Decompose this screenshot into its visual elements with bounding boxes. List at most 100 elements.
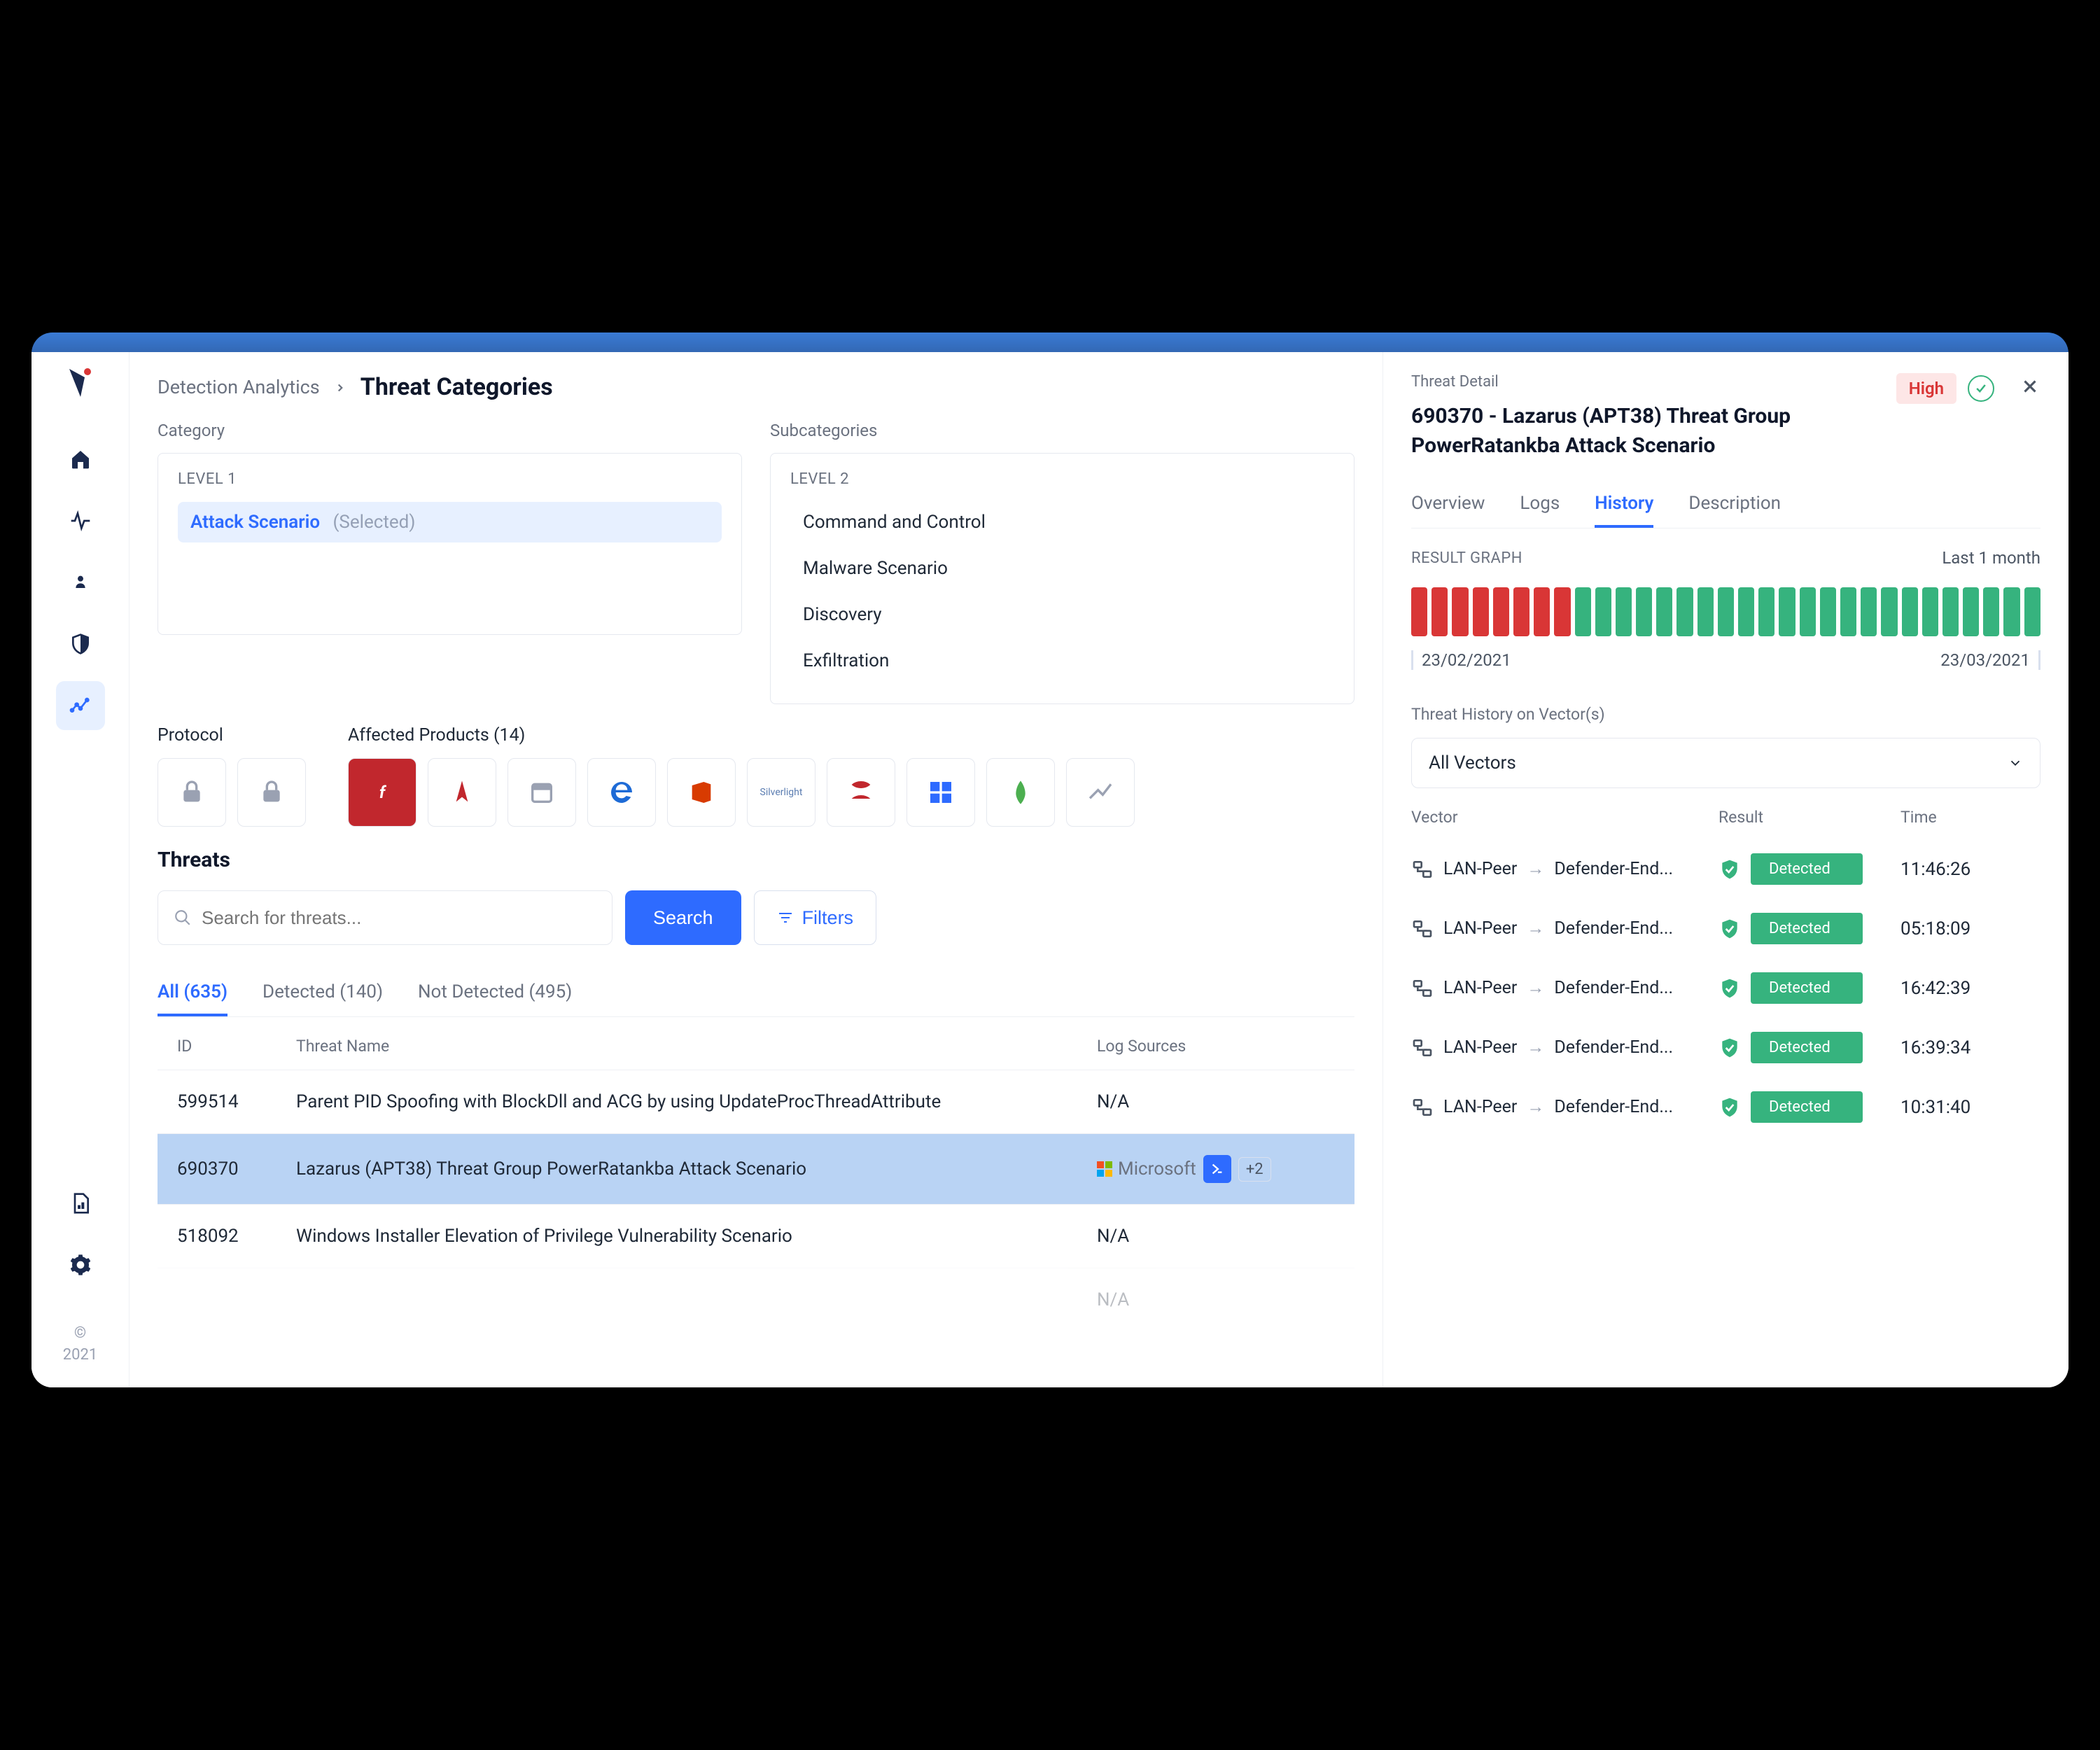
level-label: LEVEL 1	[178, 470, 722, 488]
subcategory-item[interactable]: Exfiltration	[790, 640, 1334, 681]
product-card-more[interactable]	[1066, 758, 1135, 827]
result-bar	[1942, 587, 1959, 636]
result-badge: Detected	[1751, 1091, 1863, 1123]
product-card-sqlserver[interactable]	[827, 758, 895, 827]
product-card-calendar[interactable]	[507, 758, 576, 827]
tab-detected[interactable]: Detected (140)	[262, 970, 383, 1016]
table-row[interactable]: N/A	[158, 1268, 1354, 1331]
cell-src: N/A	[1097, 1226, 1335, 1247]
result-bar	[1718, 587, 1734, 636]
result-graph-range[interactable]: Last 1 month	[1942, 548, 2040, 568]
result-bar	[1513, 587, 1530, 636]
product-card-silverlight[interactable]: Silverlight	[747, 758, 816, 827]
history-row[interactable]: LAN-Peer → Defender-End... Detected 05:1…	[1411, 899, 2040, 958]
product-card-mongodb[interactable]	[986, 758, 1055, 827]
subcategory-item[interactable]: Discovery	[790, 594, 1334, 635]
filters-button[interactable]: Filters	[754, 890, 877, 945]
result-bar	[1820, 587, 1836, 636]
copyright-symbol: ©	[63, 1323, 97, 1345]
category-box: LEVEL 1 Attack Scenario (Selected)	[158, 453, 742, 635]
product-card-office[interactable]	[667, 758, 736, 827]
cell-id: 690370	[177, 1158, 296, 1180]
table-row[interactable]: 599514 Parent PID Spoofing with BlockDll…	[158, 1070, 1354, 1133]
history-row[interactable]: LAN-Peer → Defender-End... Detected 10:3…	[1411, 1077, 2040, 1137]
history-list: LAN-Peer → Defender-End... Detected 11:4…	[1411, 839, 2040, 1137]
col-id: ID	[177, 1037, 296, 1056]
result-cell: Detected	[1718, 972, 1900, 1004]
product-card-windows[interactable]	[906, 758, 975, 827]
chevron-right-icon	[334, 376, 346, 399]
vector-to: Defender-End...	[1554, 1097, 1673, 1117]
tab-logs[interactable]: Logs	[1520, 482, 1560, 528]
category-item-attack-scenario[interactable]: Attack Scenario (Selected)	[178, 502, 722, 542]
arrow-icon: →	[1527, 859, 1544, 879]
search-icon	[174, 909, 192, 927]
vector-cell: LAN-Peer → Defender-End...	[1411, 1037, 1718, 1059]
vectors-label: Threat History on Vector(s)	[1411, 705, 2040, 724]
history-row[interactable]: LAN-Peer → Defender-End... Detected 11:4…	[1411, 839, 2040, 899]
vector-to: Defender-End...	[1554, 918, 1673, 939]
search-button[interactable]: Search	[625, 890, 741, 945]
detail-header: Threat Detail 690370 - Lazarus (APT38) T…	[1411, 373, 2040, 461]
result-cell: Detected	[1718, 1032, 1900, 1063]
vector-from: LAN-Peer	[1443, 1097, 1517, 1117]
vector-cell: LAN-Peer → Defender-End...	[1411, 918, 1718, 940]
filters-icon	[777, 909, 794, 926]
sidebar-item-settings[interactable]	[56, 1240, 105, 1289]
shield-check-icon	[1718, 977, 1741, 1000]
vectors-select[interactable]: All Vectors	[1411, 738, 2040, 788]
history-row[interactable]: LAN-Peer → Defender-End... Detected 16:4…	[1411, 958, 2040, 1018]
subcategory-item[interactable]: Malware Scenario	[790, 548, 1334, 589]
cell-name: Parent PID Spoofing with BlockDll and AC…	[296, 1091, 1097, 1112]
table-row[interactable]: 690370 Lazarus (APT38) Threat Group Powe…	[158, 1133, 1354, 1204]
tab-description[interactable]: Description	[1688, 482, 1781, 528]
product-card-flash[interactable]: f	[348, 758, 416, 827]
sidebar-item-security[interactable]	[56, 620, 105, 668]
severity-badge: High	[1896, 373, 1956, 404]
hc-time: Time	[1900, 808, 2040, 827]
sidebar-item-home[interactable]	[56, 435, 105, 484]
search-box[interactable]	[158, 890, 612, 945]
tab-history[interactable]: History	[1595, 482, 1653, 528]
tab-not-detected[interactable]: Not Detected (495)	[418, 970, 572, 1016]
result-bar	[1963, 587, 1979, 636]
sidebar-item-threats[interactable]	[56, 558, 105, 607]
sidebar-item-reports[interactable]	[56, 1179, 105, 1228]
table-head: ID Threat Name Log Sources	[158, 1017, 1354, 1070]
subcategory-item[interactable]: Command and Control	[790, 502, 1334, 542]
breadcrumb-parent[interactable]: Detection Analytics	[158, 376, 320, 398]
tab-overview[interactable]: Overview	[1411, 482, 1485, 528]
product-card-acrobat[interactable]	[428, 758, 496, 827]
search-input[interactable]	[202, 907, 596, 929]
cell-src: N/A	[1097, 1289, 1335, 1310]
sidebar-item-health[interactable]	[56, 496, 105, 545]
result-graph-bars	[1411, 587, 2040, 636]
protocol-list	[158, 758, 306, 827]
protocol-card[interactable]	[158, 758, 226, 827]
main: Detection Analytics Threat Categories Ca…	[130, 352, 2068, 1387]
table-row[interactable]: 518092 Windows Installer Elevation of Pr…	[158, 1204, 1354, 1268]
affected-label: Affected Products (14)	[348, 725, 1354, 746]
time-cell: 05:18:09	[1900, 918, 2040, 939]
history-row[interactable]: LAN-Peer → Defender-End... Detected 16:3…	[1411, 1018, 2040, 1077]
product-card-ie[interactable]	[587, 758, 656, 827]
network-icon	[1411, 918, 1434, 940]
vectors-select-label: All Vectors	[1429, 752, 1516, 774]
subcategory-column: Subcategories LEVEL 2 Command and Contro…	[770, 421, 1354, 704]
shield-check-icon	[1718, 858, 1741, 881]
result-graph-header: RESULT GRAPH Last 1 month	[1411, 548, 2040, 568]
result-bar	[1902, 587, 1918, 636]
protocol-card[interactable]	[237, 758, 306, 827]
tab-all[interactable]: All (635)	[158, 970, 227, 1016]
date-end: 23/03/2021	[1940, 650, 2040, 670]
vector-to: Defender-End...	[1554, 859, 1673, 879]
result-badge: Detected	[1751, 913, 1863, 944]
verified-badge-icon	[1968, 375, 1994, 402]
vector-from: LAN-Peer	[1443, 859, 1517, 879]
close-icon[interactable]	[2019, 376, 2040, 402]
arrow-icon: →	[1527, 1037, 1544, 1058]
result-bar	[1800, 587, 1816, 636]
sidebar-item-analytics[interactable]	[56, 681, 105, 730]
search-row: Search Filters	[158, 890, 1354, 945]
cell-src: Microsoft +2	[1097, 1155, 1335, 1183]
